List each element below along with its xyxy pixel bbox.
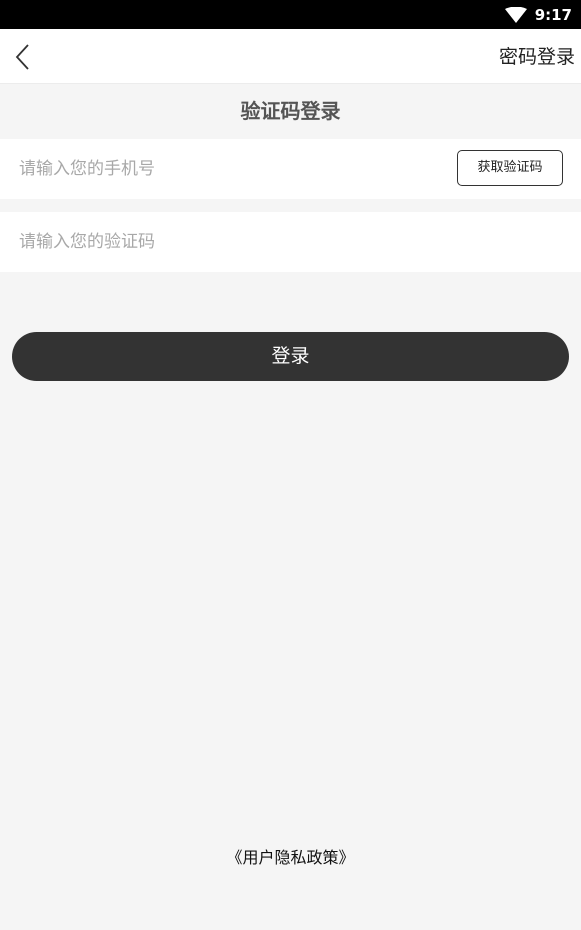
get-code-button[interactable]: 获取验证码 <box>457 150 563 186</box>
chevron-left-icon[interactable] <box>12 41 36 73</box>
phone-row: 获取验证码 <box>0 139 581 199</box>
status-bar: 9:17 <box>0 0 581 29</box>
privacy-policy-link[interactable]: 《用户隐私政策》 <box>226 848 354 867</box>
page-title: 验证码登录 <box>240 99 341 123</box>
login-button[interactable]: 登录 <box>12 332 569 381</box>
privacy-policy-container: 《用户隐私政策》 <box>0 846 581 870</box>
wifi-icon <box>505 7 527 23</box>
code-row <box>0 212 581 272</box>
verification-code-input[interactable] <box>19 212 559 272</box>
phone-input[interactable] <box>19 139 439 199</box>
app-bar: 密码登录 <box>0 29 581 84</box>
password-login-link[interactable]: 密码登录 <box>499 44 575 70</box>
status-time: 9:17 <box>534 6 572 24</box>
